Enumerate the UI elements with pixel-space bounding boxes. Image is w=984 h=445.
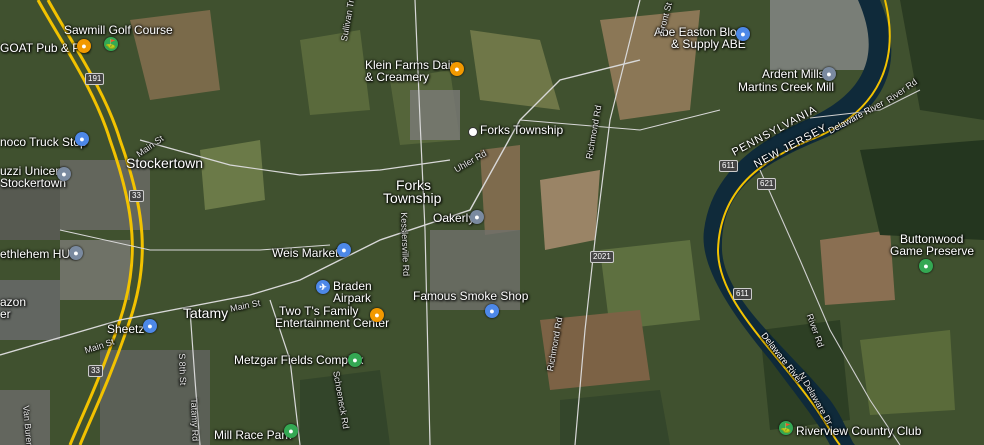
weis-markets-label[interactable]: Weis Markets [272,247,344,260]
bethlehem-hub-label[interactable]: ethlehem HUB [0,248,78,261]
sawmill-golf-label[interactable]: Sawmill Golf Course [64,24,173,37]
park-pin-icon[interactable]: ● [348,353,362,367]
buttonwood-label-2[interactable]: Game Preserve [890,245,974,258]
place-dot-icon[interactable] [468,127,478,137]
ardent-mills-label-2[interactable]: Martins Creek Mill [738,81,834,94]
stockertown-label: Stockertown [126,155,204,171]
forks-area-label-2: Township [383,190,442,206]
park-pin-icon[interactable]: ● [919,259,933,273]
sheetz-label[interactable]: Sheetz [107,323,144,336]
food-pin-icon[interactable]: ● [77,39,91,53]
place-pin-icon[interactable]: ● [822,67,836,81]
road-label: S 8th St [177,353,189,386]
shopping-pin-icon[interactable]: ● [485,304,499,318]
shopping-pin-icon[interactable]: ● [337,243,351,257]
route-shield: 621 [757,178,777,190]
famous-smoke-shop-label[interactable]: Famous Smoke Shop [413,290,528,303]
shopping-pin-icon[interactable]: ● [143,319,157,333]
tatamy-label: Tatamy [183,305,229,321]
abe-easton-label-2[interactable]: & Supply ABE [671,38,746,51]
road-label: Kesslersville Rd [399,212,412,277]
place-pin-icon[interactable]: ● [69,246,83,260]
route-shield: 611 [733,288,752,300]
park-pin-icon[interactable]: ⛳ [779,421,793,435]
route-shield: 2021 [590,251,614,263]
road-label: Tatamy Rd [189,398,201,442]
route-shield: 611 [719,160,738,172]
route-shield: 33 [129,190,144,202]
food-pin-icon[interactable]: ● [450,62,464,76]
food-pin-icon[interactable]: ● [370,308,384,322]
truck-stop-label[interactable]: noco Truck Stop [0,136,87,149]
satellite-map[interactable]: Sawmill Golf Course ⛳ GOAT Pub & Pie ● K… [0,0,984,445]
amazon-label-2[interactable]: er [0,308,11,321]
place-pin-icon[interactable]: ● [470,210,484,224]
klein-farms-label-2[interactable]: & Creamery [365,71,429,84]
shopping-pin-icon[interactable]: ● [736,27,750,41]
metzgar-label[interactable]: Metzgar Fields Complex [234,354,363,367]
park-pin-icon[interactable]: ⛳ [104,37,118,51]
route-shield: 191 [85,73,105,85]
unicem-label-2[interactable]: Stockertown [0,177,66,190]
oakerly-label[interactable]: Oakerly [433,212,474,225]
route-shield: 33 [88,365,103,377]
riverview-label[interactable]: Riverview Country Club [796,425,921,438]
airport-icon[interactable]: ✈ [316,280,330,294]
park-pin-icon[interactable]: ● [284,424,298,438]
place-pin-icon[interactable]: ● [57,167,71,181]
mill-race-park-label[interactable]: Mill Race Park [214,429,291,442]
map-imagery [0,0,984,445]
shopping-pin-icon[interactable]: ● [75,132,89,146]
forks-township-pin-label[interactable]: Forks Township [480,124,563,137]
